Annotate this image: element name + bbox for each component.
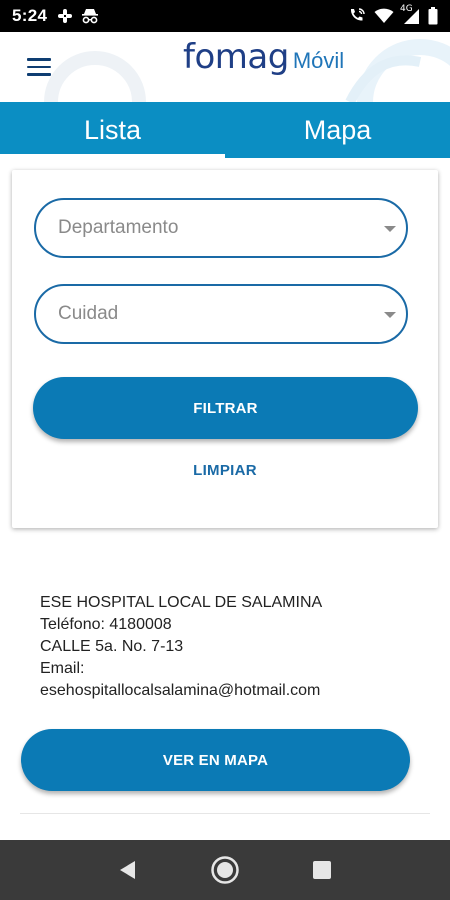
dropdown-arrow-icon (384, 226, 396, 232)
hamburger-menu-icon[interactable] (22, 52, 56, 82)
filtrar-button[interactable]: FILTRAR (33, 377, 418, 439)
wifi-icon (374, 8, 394, 23)
result-email-label: Email: (40, 660, 85, 677)
filter-card: Departamento Cuidad FILTRAR LIMPIAR (12, 170, 438, 528)
departamento-placeholder: Departamento (58, 217, 179, 238)
result-address: CALLE 5a. No. 7-13 (40, 638, 184, 655)
list-divider (20, 813, 430, 814)
result-phone: Teléfono: 4180008 (40, 616, 172, 633)
app-header: fomag Móvil (0, 32, 450, 102)
limpiar-button[interactable]: LIMPIAR (12, 462, 438, 479)
slack-icon (58, 9, 73, 23)
logo-main-text: fomag (183, 37, 289, 77)
status-bar: 5:24 4G (0, 0, 450, 32)
dropdown-arrow-icon (384, 312, 396, 318)
tab-mapa[interactable]: Mapa (225, 102, 450, 158)
recents-icon[interactable] (302, 850, 342, 890)
result-email: esehospitallocalsalamina@hotmail.com (40, 682, 321, 699)
network-type-label: 4G (400, 3, 413, 14)
home-icon[interactable] (205, 850, 245, 890)
tab-lista[interactable]: Lista (0, 102, 225, 158)
incognito-icon (82, 9, 99, 24)
result-name: ESE HOSPITAL LOCAL DE SALAMINA (40, 594, 323, 611)
ciudad-select[interactable]: Cuidad (34, 284, 408, 344)
battery-icon (428, 7, 438, 25)
view-tabs: Lista Mapa (0, 102, 450, 158)
phone-wifi-icon (350, 8, 365, 21)
back-icon[interactable] (108, 850, 148, 890)
status-time: 5:24 (12, 6, 48, 25)
ciudad-placeholder: Cuidad (58, 303, 119, 324)
departamento-select[interactable]: Departamento (34, 198, 408, 258)
result-list-item: ESE HOSPITAL LOCAL DE SALAMINA Teléfono:… (40, 592, 420, 702)
ver-en-mapa-button[interactable]: VER EN MAPA (21, 729, 410, 791)
system-nav-bar (0, 840, 450, 900)
logo-sub-text: Móvil (292, 48, 345, 73)
fomag-logo: fomag Móvil (183, 40, 344, 74)
